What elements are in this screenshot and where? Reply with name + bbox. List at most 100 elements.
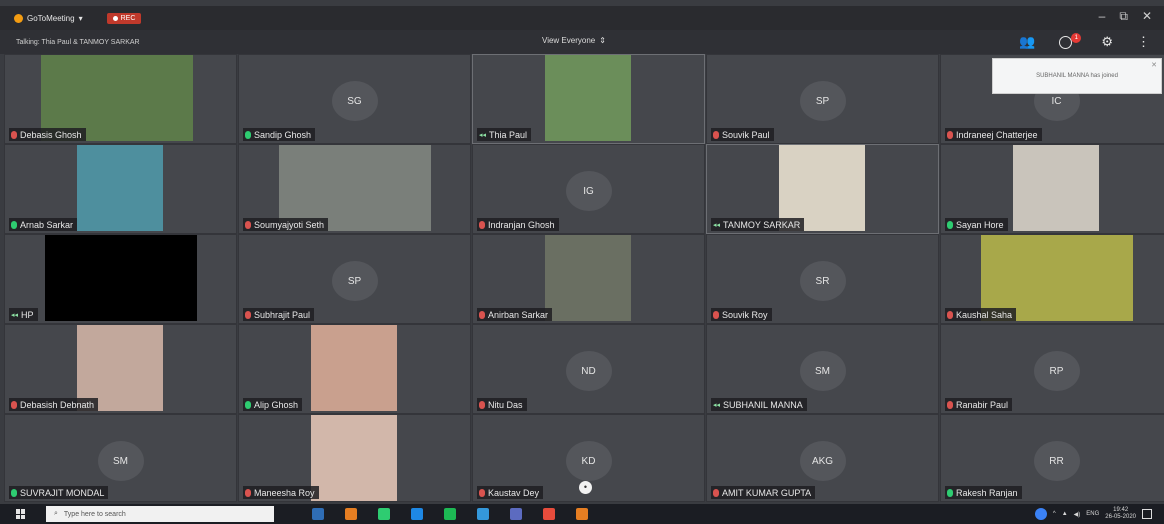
mic-muted-icon — [947, 310, 953, 319]
maximize-button[interactable]: ⧉ — [1119, 9, 1128, 24]
participant-avatar: SP — [331, 261, 378, 301]
participant-tile[interactable]: IG Indranjan Ghosh — [472, 144, 705, 234]
view-selector-label: View Everyone — [542, 36, 596, 45]
participant-name: HP — [21, 309, 34, 320]
participant-avatar: SM — [799, 351, 846, 391]
participant-grid: Debasis Ghosh SG Sandip Ghosh ◂◂ Thia Paul SP… — [4, 54, 1164, 502]
more-options-icon[interactable]: ⋮ — [1137, 34, 1150, 50]
participant-video — [311, 415, 397, 501]
mic-muted-icon — [11, 130, 17, 139]
participant-tile[interactable]: SR Souvik Roy — [706, 234, 939, 324]
title-bar: GoToMeeting ▾ REC – ⧉ ✕ — [0, 6, 1164, 30]
participant-tile[interactable]: ◂◂ Thia Paul — [472, 54, 705, 144]
participant-avatar: SG — [331, 81, 378, 121]
tray-language[interactable]: ENG — [1086, 511, 1099, 517]
tray-clock[interactable]: 19:42 26-05-2020 — [1105, 507, 1136, 521]
participant-name: AMIT KUMAR GUPTA — [722, 487, 812, 498]
view-selector[interactable]: View Everyone ⇕ — [542, 36, 606, 45]
participant-avatar: SM — [97, 441, 144, 481]
taskbar-app-icon[interactable] — [444, 508, 456, 520]
network-icon[interactable]: ▲ — [1062, 511, 1068, 517]
settings-gear-icon[interactable]: ⚙ — [1101, 34, 1113, 50]
participant-name: Indranjan Ghosh — [488, 219, 555, 230]
recording-button[interactable]: REC — [106, 12, 142, 24]
participant-name: Ranabir Paul — [956, 399, 1009, 410]
participant-name: Kaustav Dey — [488, 487, 540, 498]
participant-tile[interactable]: SP Subhrajit Paul — [238, 234, 471, 324]
participant-name: SUVRAJIT MONDAL — [20, 487, 105, 498]
participant-tile[interactable]: Soumyajyoti Seth — [238, 144, 471, 234]
tray-app-icon[interactable] — [1034, 508, 1047, 520]
mic-on-icon — [947, 488, 953, 497]
taskbar-search[interactable]: ⌕ Type here to search — [46, 506, 274, 522]
participant-name-tag: Debasish Debnath — [9, 398, 99, 411]
participant-tile[interactable]: Maneesha Roy — [238, 414, 471, 502]
participant-video — [311, 325, 397, 411]
speaking-icon: ◂◂ — [479, 131, 487, 139]
participant-name-tag: SUVRAJIT MONDAL — [9, 486, 109, 499]
participant-name: Soumyajyoti Seth — [254, 219, 325, 230]
participant-tile[interactable]: Sayan Hore — [940, 144, 1164, 234]
taskbar-app-icon[interactable] — [477, 508, 489, 520]
taskbar-app-icon[interactable] — [378, 508, 390, 520]
participant-tile[interactable]: AKG AMIT KUMAR GUPTA — [706, 414, 939, 502]
participant-tile[interactable]: Anirban Sarkar — [472, 234, 705, 324]
participant-tile[interactable]: ND Nitu Das — [472, 324, 705, 414]
participant-tile[interactable]: Debasish Debnath — [4, 324, 237, 414]
chat-pop-icon[interactable]: • — [579, 481, 592, 494]
close-button[interactable]: ✕ — [1142, 9, 1152, 24]
participant-name-tag: Anirban Sarkar — [477, 308, 553, 321]
taskbar-app-icon[interactable] — [510, 508, 522, 520]
taskbar-apps — [312, 508, 588, 520]
chevron-down-icon: ▾ — [78, 13, 83, 23]
participant-tile[interactable]: RR Rakesh Ranjan — [940, 414, 1164, 502]
app-logo-icon — [14, 13, 23, 23]
participant-avatar: RR — [1033, 441, 1080, 481]
participant-tile[interactable]: Alip Ghosh — [238, 324, 471, 414]
participant-name-tag: Alip Ghosh — [243, 398, 303, 411]
participant-avatar: SR — [799, 261, 846, 301]
participant-tile[interactable]: ◂◂ TANMOY SARKAR — [706, 144, 939, 234]
tray-time: 19:42 — [1113, 507, 1129, 513]
chat-icon[interactable]: 1 — [1059, 33, 1082, 51]
attendees-icon[interactable]: 👥 — [1019, 34, 1035, 50]
participant-tile[interactable]: RP Ranabir Paul — [940, 324, 1164, 414]
action-center-icon[interactable] — [1142, 509, 1152, 519]
taskbar-app-icon[interactable] — [576, 508, 588, 520]
taskbar-app-icon[interactable] — [411, 508, 423, 520]
app-menu[interactable]: GoToMeeting ▾ — [14, 13, 83, 23]
chevron-up-icon[interactable]: ^ — [1053, 511, 1056, 517]
participant-tile[interactable]: SG Sandip Ghosh — [238, 54, 471, 144]
mic-muted-icon — [245, 488, 251, 497]
volume-icon[interactable]: ◀) — [1074, 511, 1081, 518]
participant-tile[interactable]: Debasis Ghosh — [4, 54, 237, 144]
participant-tile[interactable]: ◂◂ HP — [4, 234, 237, 324]
participant-name-tag: Indranjan Ghosh — [477, 218, 559, 231]
system-tray: ^ ▲ ◀) ENG 19:42 26-05-2020 — [1034, 507, 1152, 521]
participant-tile[interactable]: Arnab Sarkar — [4, 144, 237, 234]
windows-taskbar: ⌕ Type here to search ^ ▲ ◀) ENG 19:42 2… — [0, 504, 1164, 524]
mic-muted-icon — [947, 400, 953, 409]
participant-name-tag: ◂◂ Thia Paul — [477, 128, 532, 141]
participant-tile[interactable]: SM SUVRAJIT MONDAL — [4, 414, 237, 502]
participant-tile[interactable]: SP Souvik Paul — [706, 54, 939, 144]
rec-label: REC — [120, 14, 136, 22]
participant-name-tag: Souvik Paul — [711, 128, 774, 141]
minimize-button[interactable]: – — [1099, 9, 1106, 24]
taskbar-app-icon[interactable] — [345, 508, 357, 520]
mic-muted-icon — [479, 488, 485, 497]
participant-tile[interactable]: Kaushal Saha — [940, 234, 1164, 324]
mic-on-icon — [245, 130, 251, 139]
taskbar-app-icon[interactable] — [543, 508, 555, 520]
participant-tile[interactable]: SM ◂◂ SUBHANIL MANNA — [706, 324, 939, 414]
participant-name-tag: ◂◂ TANMOY SARKAR — [711, 218, 805, 231]
speaking-icon: ◂◂ — [713, 401, 721, 409]
participant-name: Indraneej Chatterjee — [956, 129, 1038, 140]
close-notification-icon[interactable]: ✕ — [1151, 61, 1157, 69]
mic-muted-icon — [947, 130, 953, 139]
participant-name-tag: Arnab Sarkar — [9, 218, 78, 231]
speaking-icon: ◂◂ — [11, 311, 19, 319]
mic-muted-icon — [713, 310, 719, 319]
start-button[interactable] — [16, 509, 26, 519]
taskbar-app-icon[interactable] — [312, 508, 324, 520]
